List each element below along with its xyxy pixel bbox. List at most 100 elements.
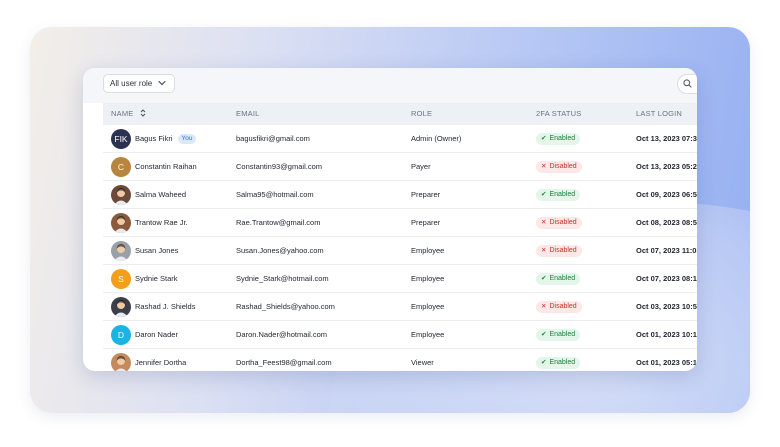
user-email: Constantin93@gmail.com bbox=[236, 162, 322, 171]
avatar-photo bbox=[111, 297, 131, 317]
table-toolbar: All user role bbox=[83, 68, 697, 103]
status-badge: ✕ Disabled bbox=[536, 161, 582, 174]
column-header-label: NAME bbox=[111, 109, 134, 118]
last-login: Oct 08, 2023 08:59 bbox=[636, 218, 697, 227]
status-text: Enabled bbox=[549, 135, 576, 143]
search-icon bbox=[683, 75, 692, 93]
avatar: S bbox=[111, 269, 131, 289]
table-row[interactable]: Salma Waheed Salma95@hotmail.com Preparer ✔… bbox=[103, 181, 697, 209]
last-login: Oct 13, 2023 05:25 bbox=[636, 162, 697, 171]
table-row[interactable]: FIK Bagus Fikri You bagusfikri@gmail.com Adm… bbox=[103, 125, 697, 153]
status-text: Disabled bbox=[549, 219, 577, 227]
avatar: C bbox=[111, 157, 131, 177]
user-name: Bagus Fikri You bbox=[135, 125, 197, 153]
user-email: Salma95@hotmail.com bbox=[236, 190, 314, 199]
user-role: Preparer bbox=[411, 190, 441, 199]
user-role: Employee bbox=[411, 330, 445, 339]
avatar-initials: D bbox=[117, 330, 125, 340]
user-name: Daron Nader bbox=[135, 321, 178, 349]
last-login: Oct 13, 2023 07:31 bbox=[636, 134, 697, 143]
status-badge: ✕ Disabled bbox=[536, 301, 582, 314]
check-icon: ✔ bbox=[541, 275, 547, 283]
check-icon: ✔ bbox=[541, 191, 547, 199]
table-row[interactable]: Trantow Rae Jr. Rae.Trantow@gmail.com Prep… bbox=[103, 209, 697, 237]
user-name: Salma Waheed bbox=[135, 181, 186, 209]
status-badge: ✕ Disabled bbox=[536, 245, 582, 258]
2fa-status: ✔ Enabled bbox=[536, 349, 581, 371]
table-row[interactable]: D Daron Nader Daron.Nader@hotmail.com Emplo… bbox=[103, 321, 697, 349]
user-name: Trantow Rae Jr. bbox=[135, 209, 188, 237]
status-text: Disabled bbox=[549, 163, 577, 171]
status-badge: ✔ Enabled bbox=[536, 329, 581, 342]
2fa-status: ✔ Enabled bbox=[536, 321, 581, 349]
table-body: FIK Bagus Fikri You bagusfikri@gmail.com Adm… bbox=[103, 125, 697, 371]
table-row[interactable]: Jennifer Dortha Dortha_Feest98@gmail.com V… bbox=[103, 349, 697, 371]
status-badge: ✔ Enabled bbox=[536, 189, 581, 202]
user-name: Sydnie Stark bbox=[135, 265, 178, 293]
2fa-status: ✔ Enabled bbox=[536, 265, 581, 293]
close-icon: ✕ bbox=[541, 303, 547, 311]
user-email: Rashad_Shields@yahoo.com bbox=[236, 302, 335, 311]
user-name-text: Rashad J. Shields bbox=[135, 302, 196, 311]
last-login: Oct 01, 2023 10:10 bbox=[636, 330, 697, 339]
avatar-photo bbox=[111, 185, 131, 205]
user-name-text: Bagus Fikri bbox=[135, 134, 173, 143]
last-login: Oct 09, 2023 06:51 bbox=[636, 190, 697, 199]
user-email: bagusfikri@gmail.com bbox=[236, 134, 310, 143]
status-text: Enabled bbox=[549, 275, 576, 283]
status-badge: ✔ Enabled bbox=[536, 357, 581, 370]
column-header-email: EMAIL bbox=[236, 109, 260, 118]
table-row[interactable]: S Sydnie Stark Sydnie_Stark@hotmail.com Emp… bbox=[103, 265, 697, 293]
column-header-last-login: LAST LOGIN bbox=[636, 109, 683, 118]
search-button[interactable] bbox=[677, 74, 697, 94]
user-name-text: Sydnie Stark bbox=[135, 274, 178, 283]
2fa-status: ✕ Disabled bbox=[536, 237, 582, 265]
user-role: Payer bbox=[411, 162, 431, 171]
status-badge: ✔ Enabled bbox=[536, 133, 581, 146]
avatar-initials: FIK bbox=[114, 134, 128, 144]
user-email: Susan.Jones@yahoo.com bbox=[236, 246, 324, 255]
user-email: Rae.Trantow@gmail.com bbox=[236, 218, 321, 227]
you-badge: You bbox=[177, 134, 197, 144]
table-header: NAME EMAIL ROLE 2FA STATUS LAST LOGIN bbox=[103, 103, 697, 125]
user-email: Sydnie_Stark@hotmail.com bbox=[236, 274, 329, 283]
user-role: Admin (Owner) bbox=[411, 134, 462, 143]
table-row[interactable]: Rashad J. Shields Rashad_Shields@yahoo.co… bbox=[103, 293, 697, 321]
role-filter-dropdown[interactable]: All user role bbox=[103, 74, 176, 93]
avatar: FIK bbox=[111, 129, 131, 149]
sort-icon[interactable] bbox=[137, 109, 145, 118]
status-text: Enabled bbox=[549, 191, 576, 199]
column-header-2fa-status: 2FA STATUS bbox=[536, 109, 582, 118]
2fa-status: ✔ Enabled bbox=[536, 125, 581, 153]
user-role: Employee bbox=[411, 274, 445, 283]
user-name: Susan Jones bbox=[135, 237, 178, 265]
avatar-initials: S bbox=[118, 274, 124, 284]
user-name-text: Jennifer Dortha bbox=[135, 358, 187, 367]
last-login: Oct 01, 2023 05:15 bbox=[636, 358, 697, 367]
column-header-name[interactable]: NAME bbox=[111, 103, 146, 125]
check-icon: ✔ bbox=[541, 135, 547, 143]
2fa-status: ✕ Disabled bbox=[536, 209, 582, 237]
user-role: Employee bbox=[411, 302, 445, 311]
status-text: Enabled bbox=[549, 359, 576, 367]
last-login: Oct 07, 2023 11:03 bbox=[636, 246, 697, 255]
user-name-text: Susan Jones bbox=[135, 246, 179, 255]
user-role: Viewer bbox=[411, 358, 434, 367]
user-email: Dortha_Feest98@gmail.com bbox=[236, 358, 332, 367]
status-badge: ✔ Enabled bbox=[536, 273, 581, 286]
status-text: Disabled bbox=[549, 247, 577, 255]
table-row[interactable]: Susan Jones Susan.Jones@yahoo.com Employee… bbox=[103, 237, 697, 265]
user-name: Jennifer Dortha bbox=[135, 349, 186, 371]
user-name-text: Salma Waheed bbox=[135, 190, 186, 199]
user-name-text: Daron Nader bbox=[135, 330, 178, 339]
close-icon: ✕ bbox=[541, 219, 547, 227]
2fa-status: ✕ Disabled bbox=[536, 293, 582, 321]
status-badge: ✕ Disabled bbox=[536, 217, 582, 230]
2fa-status: ✔ Enabled bbox=[536, 181, 581, 209]
check-icon: ✔ bbox=[541, 331, 547, 339]
close-icon: ✕ bbox=[541, 247, 547, 255]
status-text: Enabled bbox=[549, 331, 576, 339]
table-row[interactable]: C Constantin Raihan Constantin93@gmail.com… bbox=[103, 153, 697, 181]
user-name-text: Trantow Rae Jr. bbox=[135, 218, 188, 227]
last-login: Oct 07, 2023 08:14 bbox=[636, 274, 697, 283]
